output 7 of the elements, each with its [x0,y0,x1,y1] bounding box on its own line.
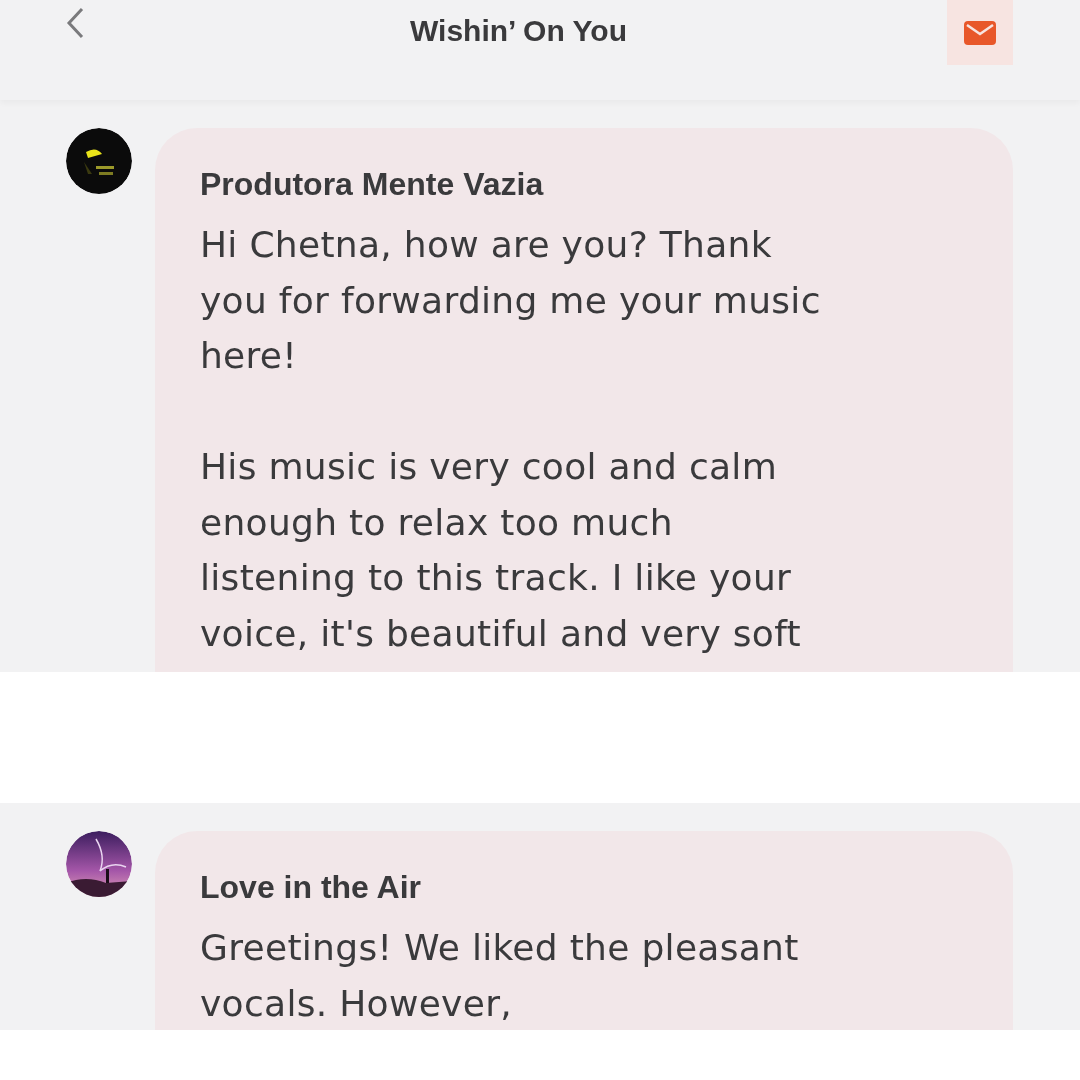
conversation-title: Wishin’ On You [410,14,627,48]
message-text: Greetings! We liked the pleasant vocals. However, [200,926,800,1026]
envelope-icon [964,20,996,45]
message-text: Hi Chetna, how are you? Thank you for forwarding me your music here! His music is very cool and calm enough to relax too much listening to this track. I like your voice, it's beautiful and very soft [200,223,822,656]
mail-button[interactable] [947,0,1013,65]
sender-name: Love in the Air [200,869,423,906]
sender-name: Produtora Mente Vazia [200,166,545,203]
